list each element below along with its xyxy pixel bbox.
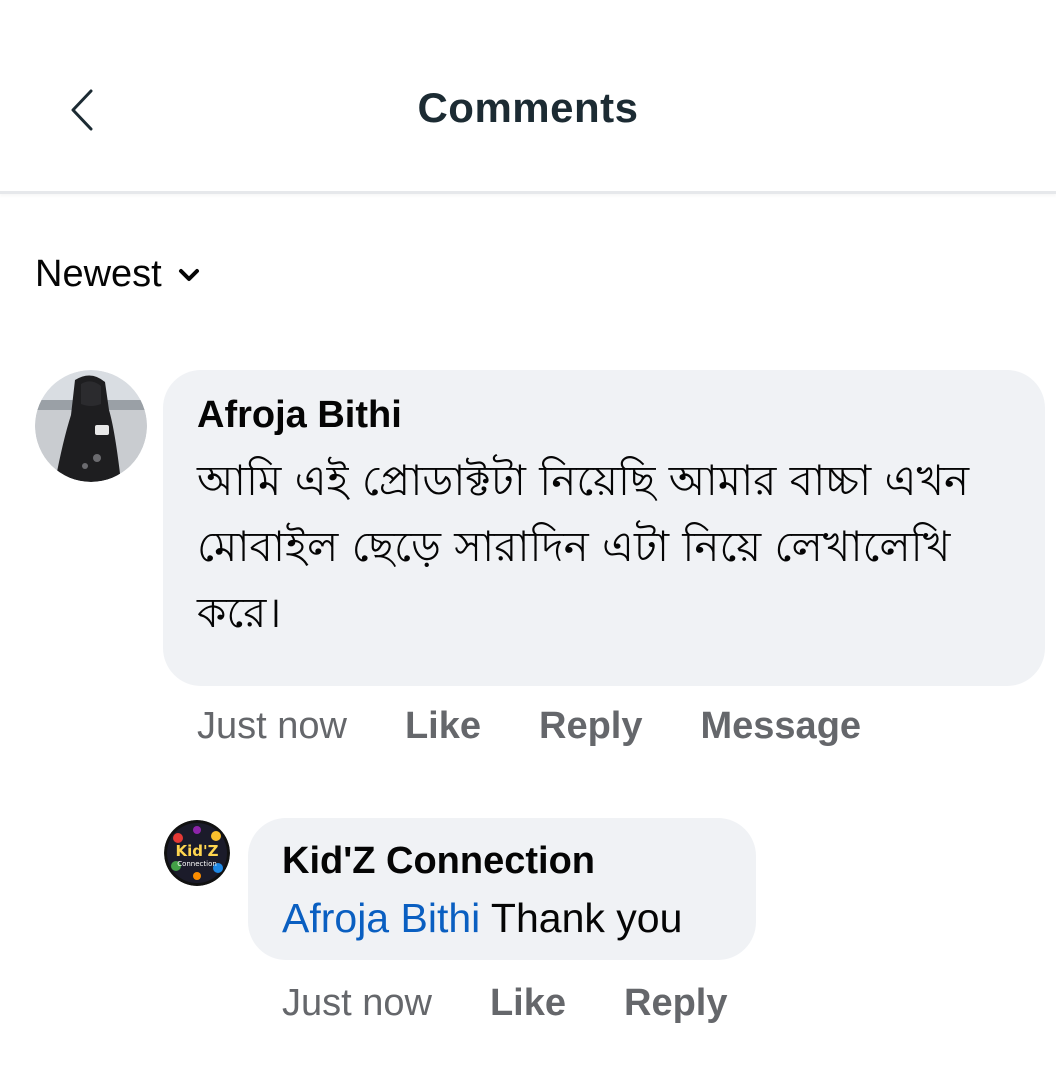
reply-author[interactable]: Kid'Z Connection — [282, 838, 726, 884]
mention-link[interactable]: Afroja Bithi — [282, 895, 480, 941]
reply-bubble: Kid'Z Connection Afroja Bithi Thank you — [248, 818, 756, 960]
svg-text:Kid'Z: Kid'Z — [176, 842, 219, 860]
chevron-down-icon — [178, 268, 199, 281]
brand-logo: Kid'Z Connection — [164, 820, 230, 886]
comment-timestamp: Just now — [197, 705, 347, 747]
svg-text:Connection: Connection — [177, 860, 217, 868]
top-bar: Comments — [0, 0, 1056, 194]
reply-avatar[interactable]: Kid'Z Connection — [164, 820, 230, 886]
avatar[interactable] — [35, 370, 147, 482]
reply-text: Afroja Bithi Thank you — [282, 890, 726, 946]
reply-reply-button[interactable]: Reply — [624, 982, 727, 1025]
comment-text: আমি এই প্রোডাক্টটা নিয়েছি আমার বাচ্চা এ… — [197, 456, 970, 637]
reply-actions: Just now Like Reply — [282, 982, 728, 1025]
profile-photo — [35, 370, 147, 482]
comment-actions: Just now Like Reply Message — [197, 705, 861, 748]
reply-like-button[interactable]: Like — [490, 982, 566, 1025]
like-button[interactable]: Like — [405, 705, 481, 748]
comment-author[interactable]: Afroja Bithi — [197, 392, 1015, 438]
reply-button[interactable]: Reply — [539, 705, 642, 748]
message-button[interactable]: Message — [701, 705, 862, 748]
sort-dropdown[interactable]: Newest — [35, 253, 200, 296]
comment-bubble: Afroja Bithi আমি এই প্রোডাক্টটা নিয়েছি … — [163, 370, 1045, 686]
reply-body: Thank you — [490, 895, 683, 941]
reply-timestamp: Just now — [282, 982, 432, 1024]
page-title: Comments — [417, 84, 639, 131]
sort-label: Newest — [35, 253, 162, 295]
